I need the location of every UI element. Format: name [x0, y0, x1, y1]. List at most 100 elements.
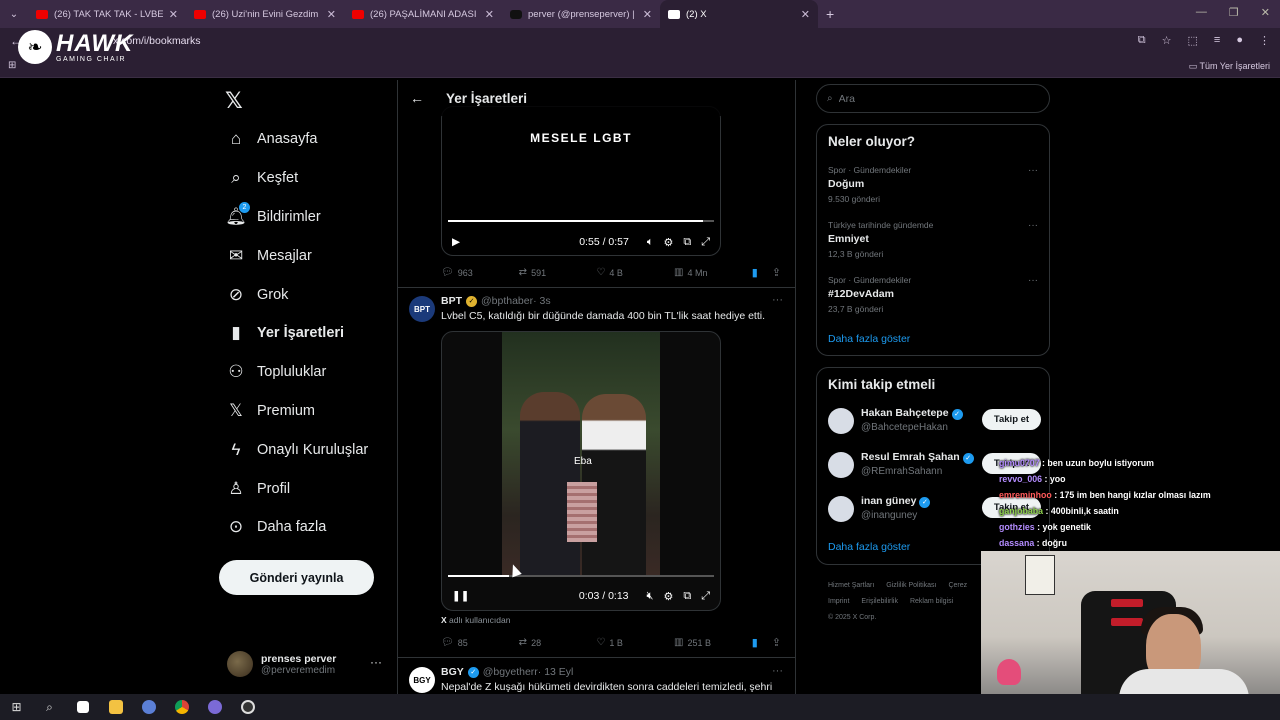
search-input[interactable]	[838, 92, 1019, 105]
windows-start-icon[interactable]: ⊞	[0, 694, 33, 720]
pip-icon[interactable]: ⧉	[683, 236, 691, 249]
show-more-link[interactable]: Daha fazla göster	[828, 333, 910, 345]
search-box[interactable]: ⌕	[816, 84, 1050, 113]
video-progress-bar[interactable]	[448, 220, 714, 222]
mute-icon[interactable]: 🔇︎	[647, 590, 654, 603]
nav-item-premium[interactable]: 𝕏 Premium	[225, 392, 395, 431]
minimize-icon[interactable]: —	[1196, 6, 1207, 19]
fullscreen-icon[interactable]: ⤢	[701, 590, 710, 603]
more-dots-icon[interactable]: ···	[772, 665, 783, 677]
back-arrow-icon[interactable]: ←	[410, 90, 424, 106]
trend-item[interactable]: Türkiye tarihinde gündemde Emniyet 12,3 …	[828, 220, 1040, 259]
views-button[interactable]: ▥ 4 Mn	[674, 267, 752, 278]
repost-button[interactable]: ⇄ 591	[519, 267, 597, 278]
close-tab-icon[interactable]: ✕	[801, 8, 810, 21]
follow-suggestion[interactable]: Hakan Bahçetepe ✓ @BahcetepeHakan Takip e…	[828, 406, 1041, 438]
who-to-follow-title: Kimi takip etmeli	[828, 377, 936, 392]
youtube-icon	[36, 9, 48, 19]
app-icon[interactable]	[132, 694, 165, 720]
account-switcher[interactable]: prenses perver @perveremedim ···	[227, 649, 387, 679]
notification-badge: 2	[239, 201, 250, 213]
apps-grid-icon[interactable]: ⊞	[8, 60, 16, 71]
footer-link[interactable]: Çerez	[948, 582, 967, 589]
volume-icon[interactable]: 🔈︎	[647, 236, 654, 249]
x-logo-icon[interactable]: 𝕏	[225, 88, 243, 114]
browser-tab-active[interactable]: (2) X ✕	[660, 0, 818, 28]
cast-icon[interactable]: ⧉	[1138, 34, 1146, 47]
pip-icon[interactable]: ⧉	[683, 590, 691, 603]
video-player[interactable]: MESELE LGBT ▶ 0:55 / 0:57 🔈︎ ⚙ ⧉ ⤢	[441, 106, 721, 256]
reply-button[interactable]: 💬︎ 963	[441, 267, 519, 278]
video-player[interactable]: Eba ❚❚ 0:03 / 0:13 🔇︎ ⚙ ⧉ ⤢	[441, 331, 721, 611]
avatar[interactable]: BPT	[409, 296, 435, 322]
like-button[interactable]: ♡ 1 B	[596, 637, 674, 648]
share-icon[interactable]: ⇪	[772, 636, 781, 649]
chrome-icon[interactable]	[165, 694, 198, 720]
browser-tab[interactable]: perver (@prenseperver) | TikTo✕	[502, 0, 660, 28]
views-button[interactable]: ▥ 251 B	[674, 637, 752, 648]
close-tab-icon[interactable]: ✕	[643, 8, 652, 21]
new-tab-button[interactable]: +	[826, 6, 834, 22]
footer-link[interactable]: Gizlilik Politikası	[886, 582, 936, 589]
browser-tab[interactable]: (26) Uzi'nin Evini Gezdim ve Ku✕	[186, 0, 344, 28]
avatar[interactable]: BGY	[409, 667, 435, 693]
tab-search-button[interactable]: ⌄	[0, 0, 28, 28]
close-tab-icon[interactable]: ✕	[485, 8, 494, 21]
obs-icon[interactable]	[231, 694, 264, 720]
taskview-icon[interactable]	[66, 694, 99, 720]
like-button[interactable]: ♡ 4 B	[596, 267, 674, 278]
repost-button[interactable]: ⇄ 28	[519, 637, 597, 648]
pause-icon[interactable]: ❚❚	[452, 590, 470, 602]
post-button[interactable]: Gönderi yayınla	[219, 560, 374, 595]
nav-item-profile[interactable]: ♙ Profil	[225, 469, 395, 508]
nav-item-more[interactable]: ⊙ Daha fazla	[225, 508, 395, 547]
bookmark-filled-icon[interactable]: ▮	[752, 266, 758, 279]
close-tab-icon[interactable]: ✕	[327, 8, 336, 21]
more-dots-icon[interactable]: ···	[1028, 220, 1038, 231]
nav-item-notifications[interactable]: 🔔︎ 2 Bildirimler	[225, 198, 395, 237]
close-window-icon[interactable]: ✕	[1261, 6, 1270, 19]
discord-icon[interactable]	[198, 694, 231, 720]
follow-button[interactable]: Takip et	[982, 409, 1041, 430]
settings-icon[interactable]: ⚙	[663, 590, 673, 603]
bookmark-filled-icon[interactable]: ▮	[752, 636, 758, 649]
nav-item-verified-orgs[interactable]: ϟ Onaylı Kuruluşlar	[225, 430, 395, 469]
footer-link[interactable]: Hizmet Şartları	[828, 582, 874, 589]
footer-link[interactable]: Erişilebilirlik	[861, 598, 898, 605]
video-progress-bar[interactable]	[448, 575, 714, 577]
more-dots-icon[interactable]: ···	[370, 655, 382, 669]
trend-item[interactable]: Spor · Gündemdekiler #12DevAdam 23,7 B g…	[828, 275, 1040, 314]
more-dots-icon[interactable]: ···	[772, 294, 783, 306]
nav-item-bookmarks[interactable]: ▮ Yer İşaretleri	[225, 314, 395, 353]
profile-avatar[interactable]: ●	[1236, 34, 1243, 47]
footer-link[interactable]: Imprint	[828, 598, 849, 605]
nav-item-home[interactable]: ⌂ Anasayfa	[225, 120, 395, 159]
browser-tab[interactable]: (26) TAK TAK TAK - LVBEL C5 X✕	[28, 0, 186, 28]
browser-menu-icon[interactable]: ⋮	[1259, 34, 1270, 47]
nav-item-messages[interactable]: ✉ Mesajlar	[225, 236, 395, 275]
all-bookmarks-folder[interactable]: ▭ Tüm Yer İşaretleri	[1189, 61, 1270, 72]
extensions-icon[interactable]: ⬚	[1188, 34, 1198, 47]
x-premium-icon: 𝕏	[229, 400, 243, 420]
file-explorer-icon[interactable]	[99, 694, 132, 720]
video-source[interactable]: X adlı kullanıcıdan	[441, 615, 510, 625]
search-icon[interactable]: ⌕	[33, 694, 66, 720]
share-icon[interactable]: ⇪	[772, 266, 781, 279]
trend-item[interactable]: Spor · Gündemdekiler Doğum 9.530 gönderi…	[828, 165, 1040, 204]
more-dots-icon[interactable]: ···	[1028, 165, 1038, 176]
show-more-link[interactable]: Daha fazla göster	[828, 541, 910, 553]
fullscreen-icon[interactable]: ⤢	[701, 236, 710, 249]
media-icon[interactable]: ≡	[1214, 34, 1220, 47]
nav-item-grok[interactable]: ⊘ Grok	[225, 275, 395, 314]
star-icon[interactable]: ☆	[1162, 34, 1172, 47]
close-tab-icon[interactable]: ✕	[169, 8, 178, 21]
nav-item-communities[interactable]: ⚇ Topluluklar	[225, 353, 395, 392]
footer-link[interactable]: Reklam bilgisi	[910, 598, 953, 605]
browser-tab[interactable]: (26) PAŞALİMANI ADASI VLOG✕	[344, 0, 502, 28]
reply-button[interactable]: 💬︎ 85	[441, 637, 519, 648]
play-icon[interactable]: ▶	[452, 236, 460, 248]
restore-icon[interactable]: ❐	[1229, 6, 1239, 19]
settings-icon[interactable]: ⚙	[663, 236, 673, 249]
nav-item-explore[interactable]: ⌕ Keşfet	[225, 159, 395, 198]
more-dots-icon[interactable]: ···	[1028, 275, 1038, 286]
